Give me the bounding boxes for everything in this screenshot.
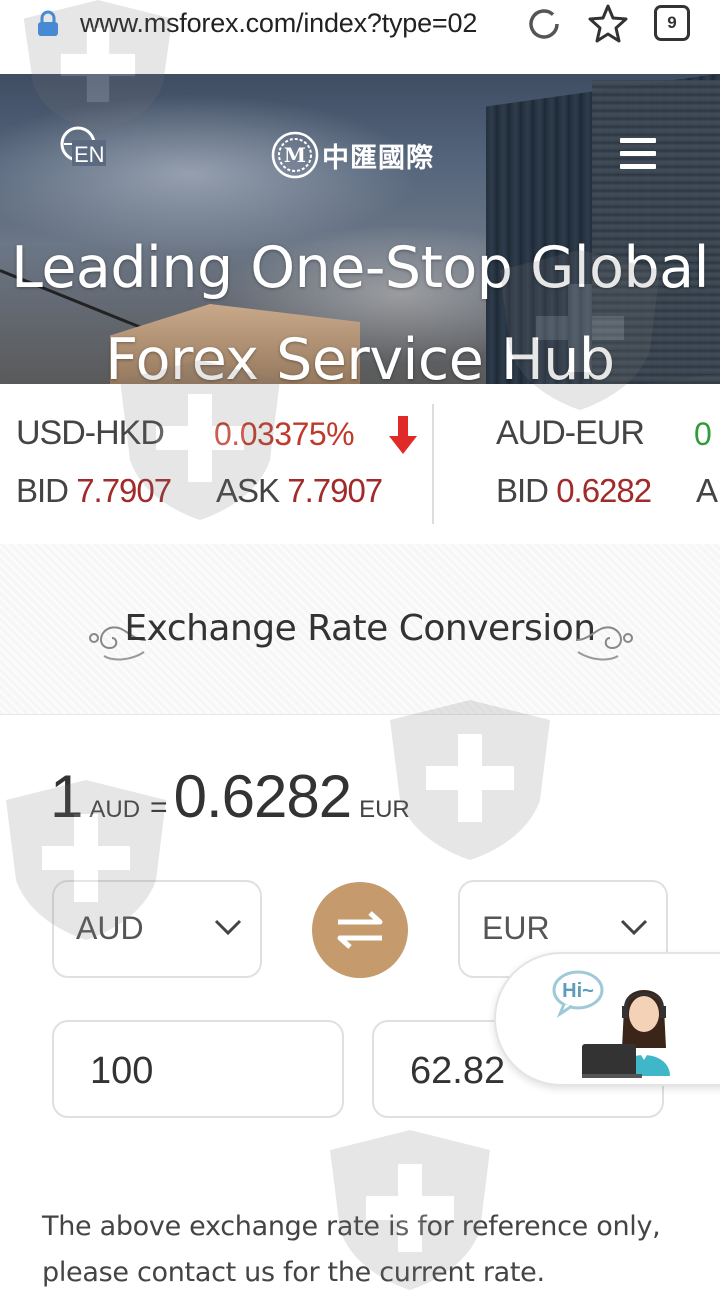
from-amount-value: 100 — [90, 1050, 154, 1092]
ticker-bid: BID 0.6282 — [496, 472, 652, 509]
chevron-down-icon — [214, 919, 242, 936]
support-agent-icon: Hi~ — [552, 970, 670, 1078]
bookmark-star-icon[interactable] — [587, 2, 629, 44]
hero-title-line1: Leading One-Stop Global — [11, 235, 709, 301]
swap-currency-button[interactable] — [312, 882, 408, 978]
arrow-down-icon — [389, 416, 417, 454]
ticker-item[interactable]: USD-HKD 0.03375% BID 7.7907 ASK 7.7907 — [16, 384, 436, 544]
logo-emblem-icon: M — [271, 131, 319, 179]
from-currency-value: AUD — [76, 910, 144, 946]
ticker-ask: A — [696, 472, 718, 509]
lock-icon — [38, 10, 58, 36]
rate-ticker: USD-HKD 0.03375% BID 7.7907 ASK 7.7907 A… — [0, 384, 720, 544]
ticker-change: 0.03375% — [214, 416, 355, 452]
to-currency-value: EUR — [482, 910, 550, 946]
browser-toolbar: www.msforex.com/index?type=02 9 — [0, 0, 720, 74]
svg-text:M: M — [284, 143, 306, 167]
customer-service-chat-button[interactable]: Hi~ — [494, 952, 720, 1086]
chat-bubble-text: Hi~ — [562, 980, 594, 1002]
result-from-code: AUD — [89, 796, 141, 823]
language-label: EN — [74, 142, 105, 167]
address-bar[interactable]: www.msforex.com/index?type=02 — [80, 8, 502, 42]
ticker-bid: BID 7.7907 — [16, 472, 172, 509]
result-to-code: EUR — [359, 796, 410, 823]
hero-title: Leading One-Stop Global Forex Service Hu… — [0, 222, 720, 406]
brand-name: 中匯國際 — [322, 142, 434, 174]
tab-count-button[interactable]: 9 — [654, 5, 690, 41]
from-amount-input[interactable]: 100 — [52, 1020, 344, 1118]
result-amount: 1 — [50, 763, 83, 830]
from-currency-select[interactable]: AUD — [52, 880, 262, 978]
ticker-ask: ASK 7.7907 — [216, 472, 383, 509]
swap-arrows-icon — [337, 911, 383, 949]
to-amount-value: 62.82 — [410, 1050, 506, 1092]
reload-icon[interactable] — [524, 4, 564, 44]
ticker-pair: AUD-EUR — [496, 414, 645, 452]
ticker-pair: USD-HKD — [16, 414, 165, 452]
conversion-result: 1 AUD = 0.6282 EUR — [50, 762, 410, 832]
ornament-right-icon — [575, 626, 633, 661]
result-rate: 0.6282 — [173, 763, 353, 830]
disclaimer-text: The above exchange rate is for reference… — [42, 1211, 661, 1288]
result-equals: = — [150, 791, 168, 824]
ticker-change: 0 — [694, 416, 712, 452]
ticker-item[interactable]: AUD-EUR 0 BID 0.6282 A — [496, 384, 720, 544]
brand-logo[interactable]: M 中匯國際 — [270, 128, 450, 182]
ticker-divider — [432, 404, 434, 524]
language-globe-icon[interactable]: EN — [58, 124, 106, 168]
hamburger-menu-icon[interactable] — [620, 138, 656, 172]
chevron-down-icon — [620, 919, 648, 936]
